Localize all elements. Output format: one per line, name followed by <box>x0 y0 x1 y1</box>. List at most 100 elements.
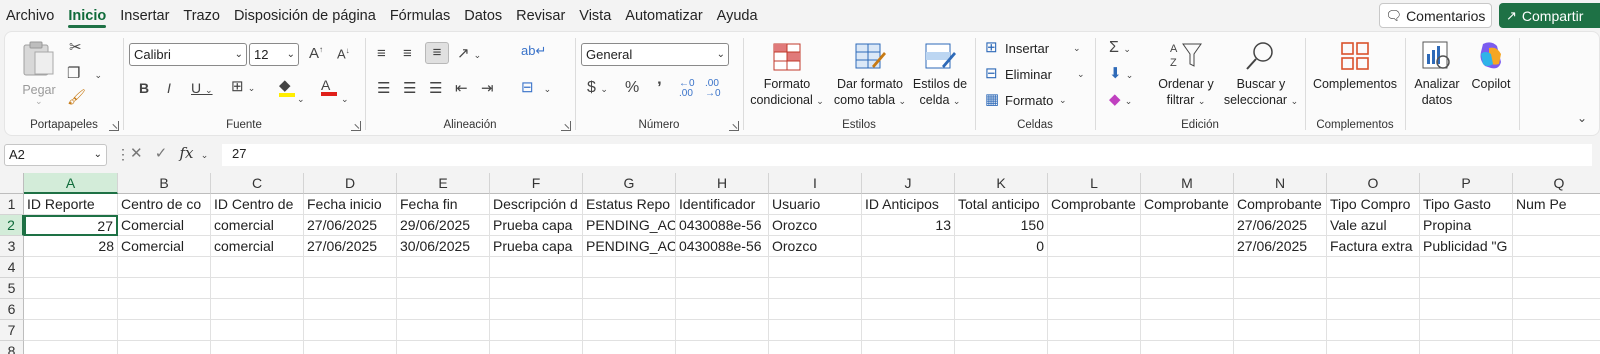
cell[interactable] <box>955 257 1048 278</box>
column-header[interactable]: N <box>1234 173 1327 194</box>
currency-icon[interactable]: $ ⌄ <box>587 80 608 96</box>
cell[interactable]: ID Anticipos <box>862 194 955 215</box>
clipboard-launcher-icon[interactable] <box>109 121 119 131</box>
cell[interactable] <box>118 257 211 278</box>
autosum-icon[interactable]: Σ ⌄ <box>1109 40 1131 56</box>
menu-tab-8[interactable]: Vista <box>573 0 619 30</box>
name-box[interactable]: A2 ⌄ <box>4 144 107 166</box>
cell[interactable] <box>1327 257 1420 278</box>
formula-input[interactable]: 27 <box>222 144 1592 166</box>
cell[interactable]: Fecha fin <box>397 194 490 215</box>
cell[interactable]: 27/06/2025 <box>304 215 397 236</box>
cell[interactable] <box>769 278 862 299</box>
find-select-button[interactable]: Buscar y seleccionar ⌄ <box>1221 38 1301 114</box>
font-name-select[interactable]: Calibri ⌄ <box>129 43 247 66</box>
cell[interactable]: PENDING_AC <box>583 215 676 236</box>
font-color-icon[interactable]: A <box>321 78 337 96</box>
cell[interactable] <box>862 257 955 278</box>
copilot-button[interactable]: Copilot <box>1465 38 1517 114</box>
paste-button[interactable]: Pegar ⌄ <box>19 38 59 106</box>
menu-tab-9[interactable]: Automatizar <box>619 0 710 30</box>
column-header[interactable]: D <box>304 173 397 194</box>
cell[interactable] <box>769 257 862 278</box>
clear-icon[interactable]: ◆ ⌄ <box>1109 92 1132 107</box>
cell[interactable] <box>769 341 862 354</box>
cell[interactable] <box>118 299 211 320</box>
cell[interactable]: Estatus Repo <box>583 194 676 215</box>
cell[interactable] <box>490 278 583 299</box>
cell[interactable]: 0430088e-56 <box>676 215 769 236</box>
cell-styles-button[interactable]: Estilos de celda ⌄ <box>909 38 971 114</box>
cell[interactable] <box>490 320 583 341</box>
row-header[interactable]: 5 <box>0 278 24 299</box>
decrease-indent-icon[interactable]: ⇤ <box>455 81 468 96</box>
cell[interactable]: Num Pe <box>1513 194 1600 215</box>
cell[interactable] <box>1141 320 1234 341</box>
cell[interactable] <box>1234 299 1327 320</box>
cancel-icon[interactable]: ✕ <box>130 145 143 162</box>
cell[interactable]: Identificador <box>676 194 769 215</box>
share-button[interactable]: ↗ Compartir <box>1499 3 1600 28</box>
cell[interactable] <box>1141 257 1234 278</box>
cell[interactable]: Propina <box>1420 215 1513 236</box>
increase-decimal-icon[interactable]: ←0.00 <box>679 79 695 99</box>
delete-cells-button[interactable]: ⊟ Eliminar ⌄ <box>985 65 1091 85</box>
merge-center-icon[interactable]: ⊟ ⌄ <box>521 80 551 95</box>
cell[interactable]: 29/06/2025 <box>397 215 490 236</box>
orientation-icon[interactable]: ↗ ⌄ <box>457 46 481 61</box>
column-header[interactable]: A <box>24 173 118 194</box>
analyze-data-button[interactable]: Analizar datos <box>1411 38 1463 114</box>
align-bottom-icon[interactable]: ≡ <box>425 42 449 64</box>
cell[interactable] <box>304 278 397 299</box>
cell[interactable]: Prueba capa <box>490 215 583 236</box>
cell[interactable] <box>769 320 862 341</box>
cell[interactable] <box>304 257 397 278</box>
cell[interactable]: 0430088e-56 <box>676 236 769 257</box>
enter-icon[interactable]: ✓ <box>155 145 168 162</box>
column-header[interactable]: K <box>955 173 1048 194</box>
cell[interactable] <box>955 299 1048 320</box>
menu-tab-10[interactable]: Ayuda <box>711 0 766 30</box>
percent-icon[interactable]: % <box>625 80 639 96</box>
cell[interactable]: 28 <box>24 236 118 257</box>
cell[interactable]: ID Reporte <box>24 194 118 215</box>
conditional-format-button[interactable]: Formato condicional ⌄ <box>747 38 827 114</box>
cell[interactable] <box>955 320 1048 341</box>
cell[interactable]: comercial <box>211 236 304 257</box>
cell[interactable] <box>676 341 769 354</box>
wrap-text-icon[interactable]: ab↵ <box>521 44 546 57</box>
cell[interactable] <box>769 299 862 320</box>
menu-tab-3[interactable]: Trazo <box>177 0 228 30</box>
cell[interactable]: Usuario <box>769 194 862 215</box>
font-launcher-icon[interactable] <box>351 121 361 131</box>
menu-tab-0[interactable]: Archivo <box>0 0 62 30</box>
cell[interactable] <box>1234 320 1327 341</box>
cell[interactable]: 0 <box>955 236 1048 257</box>
row-header[interactable]: 7 <box>0 320 24 341</box>
align-left-icon[interactable]: ☰ <box>377 81 390 96</box>
collapse-ribbon-icon[interactable]: ⌄ <box>1577 112 1587 124</box>
insert-cells-button[interactable]: ⊞ Insertar ⌄ <box>985 39 1091 59</box>
decrease-font-icon[interactable]: A↓ <box>337 47 350 61</box>
increase-font-icon[interactable]: A↑ <box>309 46 323 62</box>
number-format-select[interactable]: General ⌄ <box>581 43 729 66</box>
cell[interactable] <box>1513 236 1600 257</box>
insert-function-icon[interactable]: fx <box>180 144 194 162</box>
select-all-corner[interactable] <box>0 173 24 194</box>
cell[interactable] <box>583 278 676 299</box>
cell[interactable] <box>1141 215 1234 236</box>
cell[interactable]: 30/06/2025 <box>397 236 490 257</box>
menu-tab-1[interactable]: Inicio <box>62 0 114 30</box>
cell[interactable] <box>211 320 304 341</box>
cell[interactable] <box>397 341 490 354</box>
cell[interactable] <box>211 278 304 299</box>
increase-indent-icon[interactable]: ⇥ <box>481 81 494 96</box>
cell[interactable]: comercial <box>211 215 304 236</box>
cell[interactable]: 27/06/2025 <box>1234 215 1327 236</box>
cell[interactable] <box>1420 278 1513 299</box>
cell[interactable] <box>490 341 583 354</box>
fx-dropdown-icon[interactable]: ⌄ <box>201 150 209 160</box>
font-color-dropdown-icon[interactable]: ⌄ <box>341 90 349 105</box>
row-header[interactable]: 3 <box>0 236 24 257</box>
cell[interactable] <box>397 299 490 320</box>
